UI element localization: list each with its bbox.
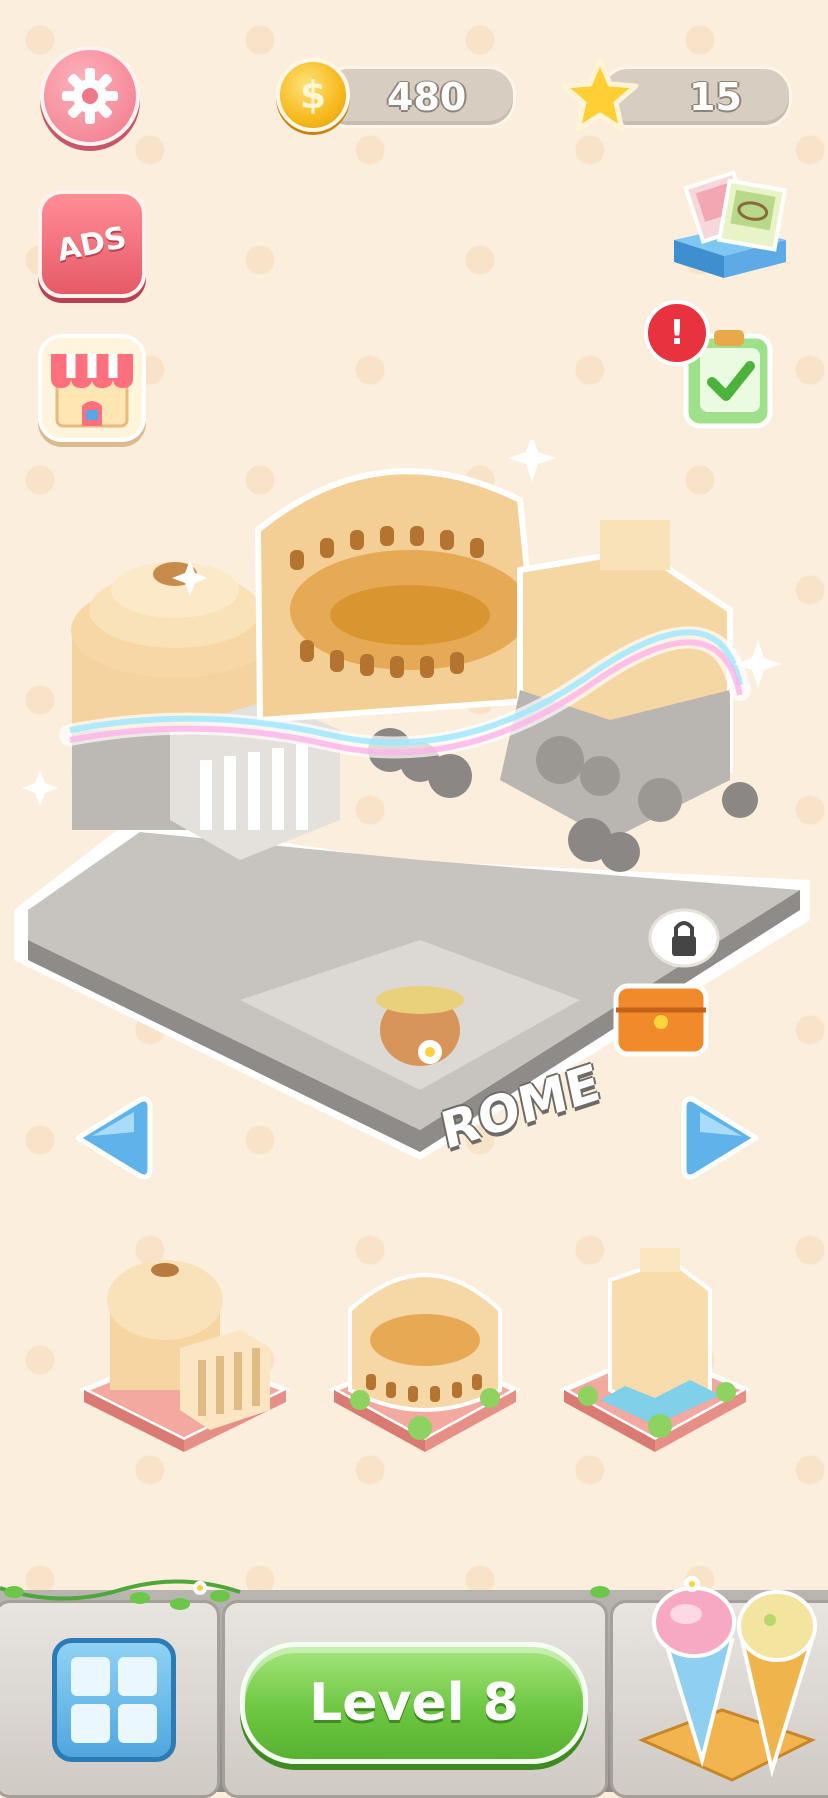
grid-cell [71, 1704, 110, 1743]
next-city-button[interactable] [680, 1092, 764, 1184]
trevi-fountain-building [500, 520, 733, 840]
grid-cell [71, 1657, 110, 1696]
alert-badge: ! [644, 300, 710, 366]
gear-icon [62, 68, 118, 124]
rome-diorama [14, 440, 810, 1160]
landmark-card-pantheon[interactable] [77, 1240, 293, 1458]
remove-ads-button[interactable]: ADS [38, 190, 146, 298]
coin-symbol: $ [299, 73, 327, 117]
shop-button[interactable] [38, 334, 146, 442]
postcard-album-button[interactable] [666, 170, 792, 288]
grid-cell [118, 1657, 157, 1696]
collection-grid-button[interactable] [52, 1638, 176, 1762]
grid-cell [118, 1704, 157, 1743]
ads-label: ADS [54, 219, 130, 269]
colosseum-icon [328, 1273, 522, 1452]
pantheon-icon [77, 1260, 293, 1452]
treasure-chest [613, 983, 709, 1057]
ice-cream-icon [638, 1576, 817, 1782]
level-label: Level 8 [309, 1673, 519, 1733]
play-level-button[interactable]: Level 8 [240, 1642, 588, 1764]
postcard-book-icon [674, 170, 788, 278]
tasks-button[interactable]: ! [644, 300, 778, 436]
landmark-card-colosseum[interactable] [328, 1240, 522, 1458]
trevi-fountain-icon [558, 1248, 752, 1452]
ice-cream-event-button[interactable] [622, 1570, 828, 1792]
star-count: 15 [689, 75, 742, 119]
star-icon [561, 57, 639, 132]
coin-icon: $ [276, 58, 350, 132]
alert-badge-text: ! [669, 313, 685, 353]
settings-button[interactable] [40, 46, 140, 146]
shop-icon [51, 354, 133, 428]
colosseum-building [254, 468, 544, 724]
coin-count: 480 [387, 75, 467, 119]
landmark-card-trevi[interactable] [558, 1240, 752, 1458]
previous-city-button[interactable] [70, 1092, 154, 1184]
lock-icon [648, 908, 720, 968]
